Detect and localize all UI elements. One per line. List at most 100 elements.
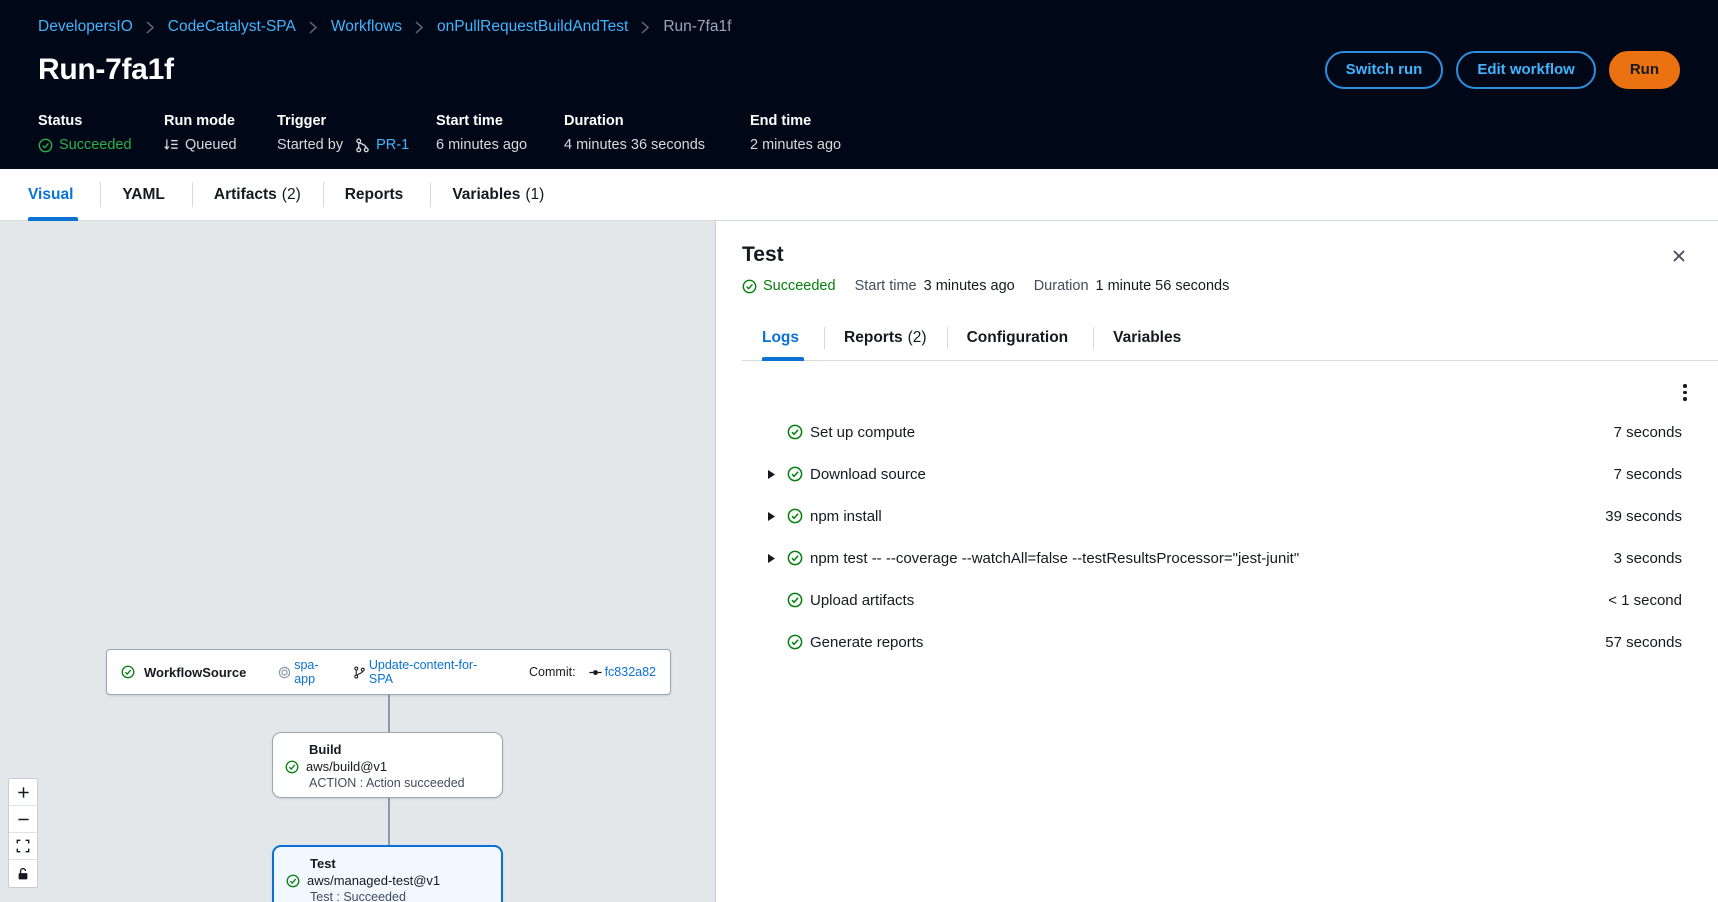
tab-visual[interactable]: Visual: [6, 169, 100, 220]
success-check-icon: [780, 550, 810, 566]
success-check-icon: [285, 760, 299, 774]
log-step-duration: 7 seconds: [1594, 466, 1682, 483]
node-build-action-text: aws/build@v1: [306, 759, 387, 774]
kebab-dot: [1683, 384, 1687, 388]
meta-duration-value: 4 minutes 36 seconds: [564, 137, 750, 153]
meta-trigger: Trigger Started by PR-1: [277, 113, 436, 153]
breadcrumb-item-0[interactable]: DevelopersIO: [38, 18, 133, 37]
edge-source-to-build: [388, 695, 390, 732]
expand-caret-icon[interactable]: [762, 469, 780, 480]
meta-endtime: End time 2 minutes ago: [750, 113, 841, 153]
close-icon[interactable]: [1664, 241, 1694, 271]
branch-chip[interactable]: Update-content-for-SPA: [353, 658, 500, 686]
more-options-icon[interactable]: [1672, 379, 1698, 405]
kebab-dot: [1683, 391, 1687, 395]
tab-variables[interactable]: Variables (1): [430, 169, 566, 220]
details-tab-reports[interactable]: Reports (2): [824, 316, 947, 360]
breadcrumb-item-3[interactable]: onPullRequestBuildAndTest: [437, 18, 628, 37]
details-starttime-value: 3 minutes ago: [924, 278, 1015, 294]
main-tabbar: Visual YAML Artifacts (2) Reports Variab…: [0, 169, 1718, 221]
details-panel: Test Succeeded Start time 3 minutes ago …: [716, 221, 1718, 902]
details-panel-title: Test: [742, 243, 1688, 267]
title-row: Run-7fa1f Switch run Edit workflow Run: [38, 51, 1680, 90]
trigger-pr-link[interactable]: PR-1: [376, 137, 409, 153]
run-button[interactable]: Run: [1609, 51, 1680, 90]
meta-status-value: Succeeded: [38, 137, 164, 153]
meta-status: Status Succeeded: [38, 113, 164, 153]
repo-chip[interactable]: spa-app: [278, 658, 339, 686]
node-build-body: Build aws/build@v1 ACTION : Action succe…: [273, 742, 502, 790]
meta-runmode: Run mode Queued: [164, 113, 277, 153]
log-step-row[interactable]: Generate reports 57 seconds: [742, 621, 1692, 663]
commit-label: Commit:: [529, 665, 576, 679]
branch-link[interactable]: Update-content-for-SPA: [369, 658, 500, 686]
meta-endtime-value: 2 minutes ago: [750, 137, 841, 153]
breadcrumb-item-1[interactable]: CodeCatalyst-SPA: [168, 18, 296, 37]
details-tab-logs[interactable]: Logs: [742, 316, 824, 360]
details-tab-variables[interactable]: Variables: [1093, 316, 1206, 360]
details-tabbar: Logs Reports (2) Configuration Variables: [742, 316, 1718, 361]
tab-reports[interactable]: Reports: [323, 169, 431, 220]
meta-trigger-label: Trigger: [277, 113, 436, 129]
kebab-dot: [1683, 397, 1687, 401]
queued-icon: [164, 138, 179, 152]
log-step-label: Download source: [810, 466, 1594, 483]
meta-endtime-label: End time: [750, 113, 841, 129]
log-step-row[interactable]: npm test -- --coverage --watchAll=false …: [742, 537, 1692, 579]
node-build-status: ACTION : Action succeeded: [285, 776, 502, 790]
workflow-node-test[interactable]: Test aws/managed-test@v1 Test : Succeede…: [272, 845, 503, 902]
success-check-icon: [38, 138, 53, 153]
log-step-duration: < 1 second: [1588, 592, 1682, 609]
tab-yaml[interactable]: YAML: [100, 169, 192, 220]
run-metadata: Status Succeeded Run mode: [38, 113, 1680, 153]
fit-view-icon[interactable]: [9, 833, 37, 860]
log-step-row[interactable]: Upload artifacts < 1 second: [742, 579, 1692, 621]
meta-status-text: Succeeded: [59, 137, 132, 153]
meta-runmode-value: Queued: [164, 137, 277, 153]
node-test-body: Test aws/managed-test@v1 Test : Succeede…: [274, 856, 501, 902]
expand-caret-icon[interactable]: [762, 511, 780, 522]
content-split: WorkflowSource spa-app: [0, 221, 1718, 902]
log-step-label: Set up compute: [810, 424, 1594, 441]
tab-yaml-label: YAML: [122, 186, 165, 204]
zoom-in-icon[interactable]: [9, 779, 37, 806]
success-check-icon: [286, 874, 300, 888]
meta-runmode-text: Queued: [185, 137, 237, 153]
details-tab-reports-count: (2): [908, 329, 927, 347]
zoom-out-icon[interactable]: [9, 806, 37, 833]
tab-artifacts[interactable]: Artifacts (2): [192, 169, 323, 220]
expand-caret-icon[interactable]: [762, 553, 780, 564]
node-build-action: aws/build@v1: [285, 759, 502, 774]
success-check-icon: [780, 592, 810, 608]
details-panel-subinfo: Succeeded Start time 3 minutes ago Durat…: [742, 278, 1688, 294]
meta-duration-label: Duration: [564, 113, 750, 129]
breadcrumb-item-2[interactable]: Workflows: [331, 18, 402, 37]
header-actions: Switch run Edit workflow Run: [1325, 51, 1680, 90]
details-status-text: Succeeded: [763, 278, 836, 294]
details-tab-configuration[interactable]: Configuration: [947, 316, 1094, 360]
workflow-node-build[interactable]: Build aws/build@v1 ACTION : Action succe…: [272, 732, 503, 798]
workflow-canvas[interactable]: WorkflowSource spa-app: [0, 221, 716, 902]
log-step-label: npm install: [810, 508, 1585, 525]
workflow-source-node[interactable]: WorkflowSource spa-app: [106, 649, 671, 695]
switch-run-button[interactable]: Switch run: [1325, 51, 1444, 90]
commit-chip[interactable]: fc832a82: [589, 665, 656, 679]
tab-artifacts-label: Artifacts: [214, 186, 277, 204]
lock-icon[interactable]: [9, 860, 37, 887]
meta-starttime-label: Start time: [436, 113, 564, 129]
repo-link[interactable]: spa-app: [294, 658, 339, 686]
log-steps-list: Set up compute 7 seconds Download source…: [742, 411, 1692, 663]
log-step-label: npm test -- --coverage --watchAll=false …: [810, 550, 1594, 567]
commit-link[interactable]: fc832a82: [605, 665, 656, 679]
log-step-row[interactable]: npm install 39 seconds: [742, 495, 1692, 537]
breadcrumb-item-current: Run-7fa1f: [663, 18, 731, 37]
log-step-duration: 57 seconds: [1585, 634, 1682, 651]
tab-artifacts-count: (2): [282, 186, 301, 204]
log-step-label: Upload artifacts: [810, 592, 1588, 609]
log-step-row[interactable]: Set up compute 7 seconds: [742, 411, 1692, 453]
log-step-duration: 3 seconds: [1594, 550, 1682, 567]
edit-workflow-button[interactable]: Edit workflow: [1456, 51, 1596, 90]
log-step-row[interactable]: Download source 7 seconds: [742, 453, 1692, 495]
details-tab-variables-label: Variables: [1113, 329, 1181, 347]
breadcrumb: DevelopersIO CodeCatalyst-SPA Workflows …: [38, 18, 1680, 37]
